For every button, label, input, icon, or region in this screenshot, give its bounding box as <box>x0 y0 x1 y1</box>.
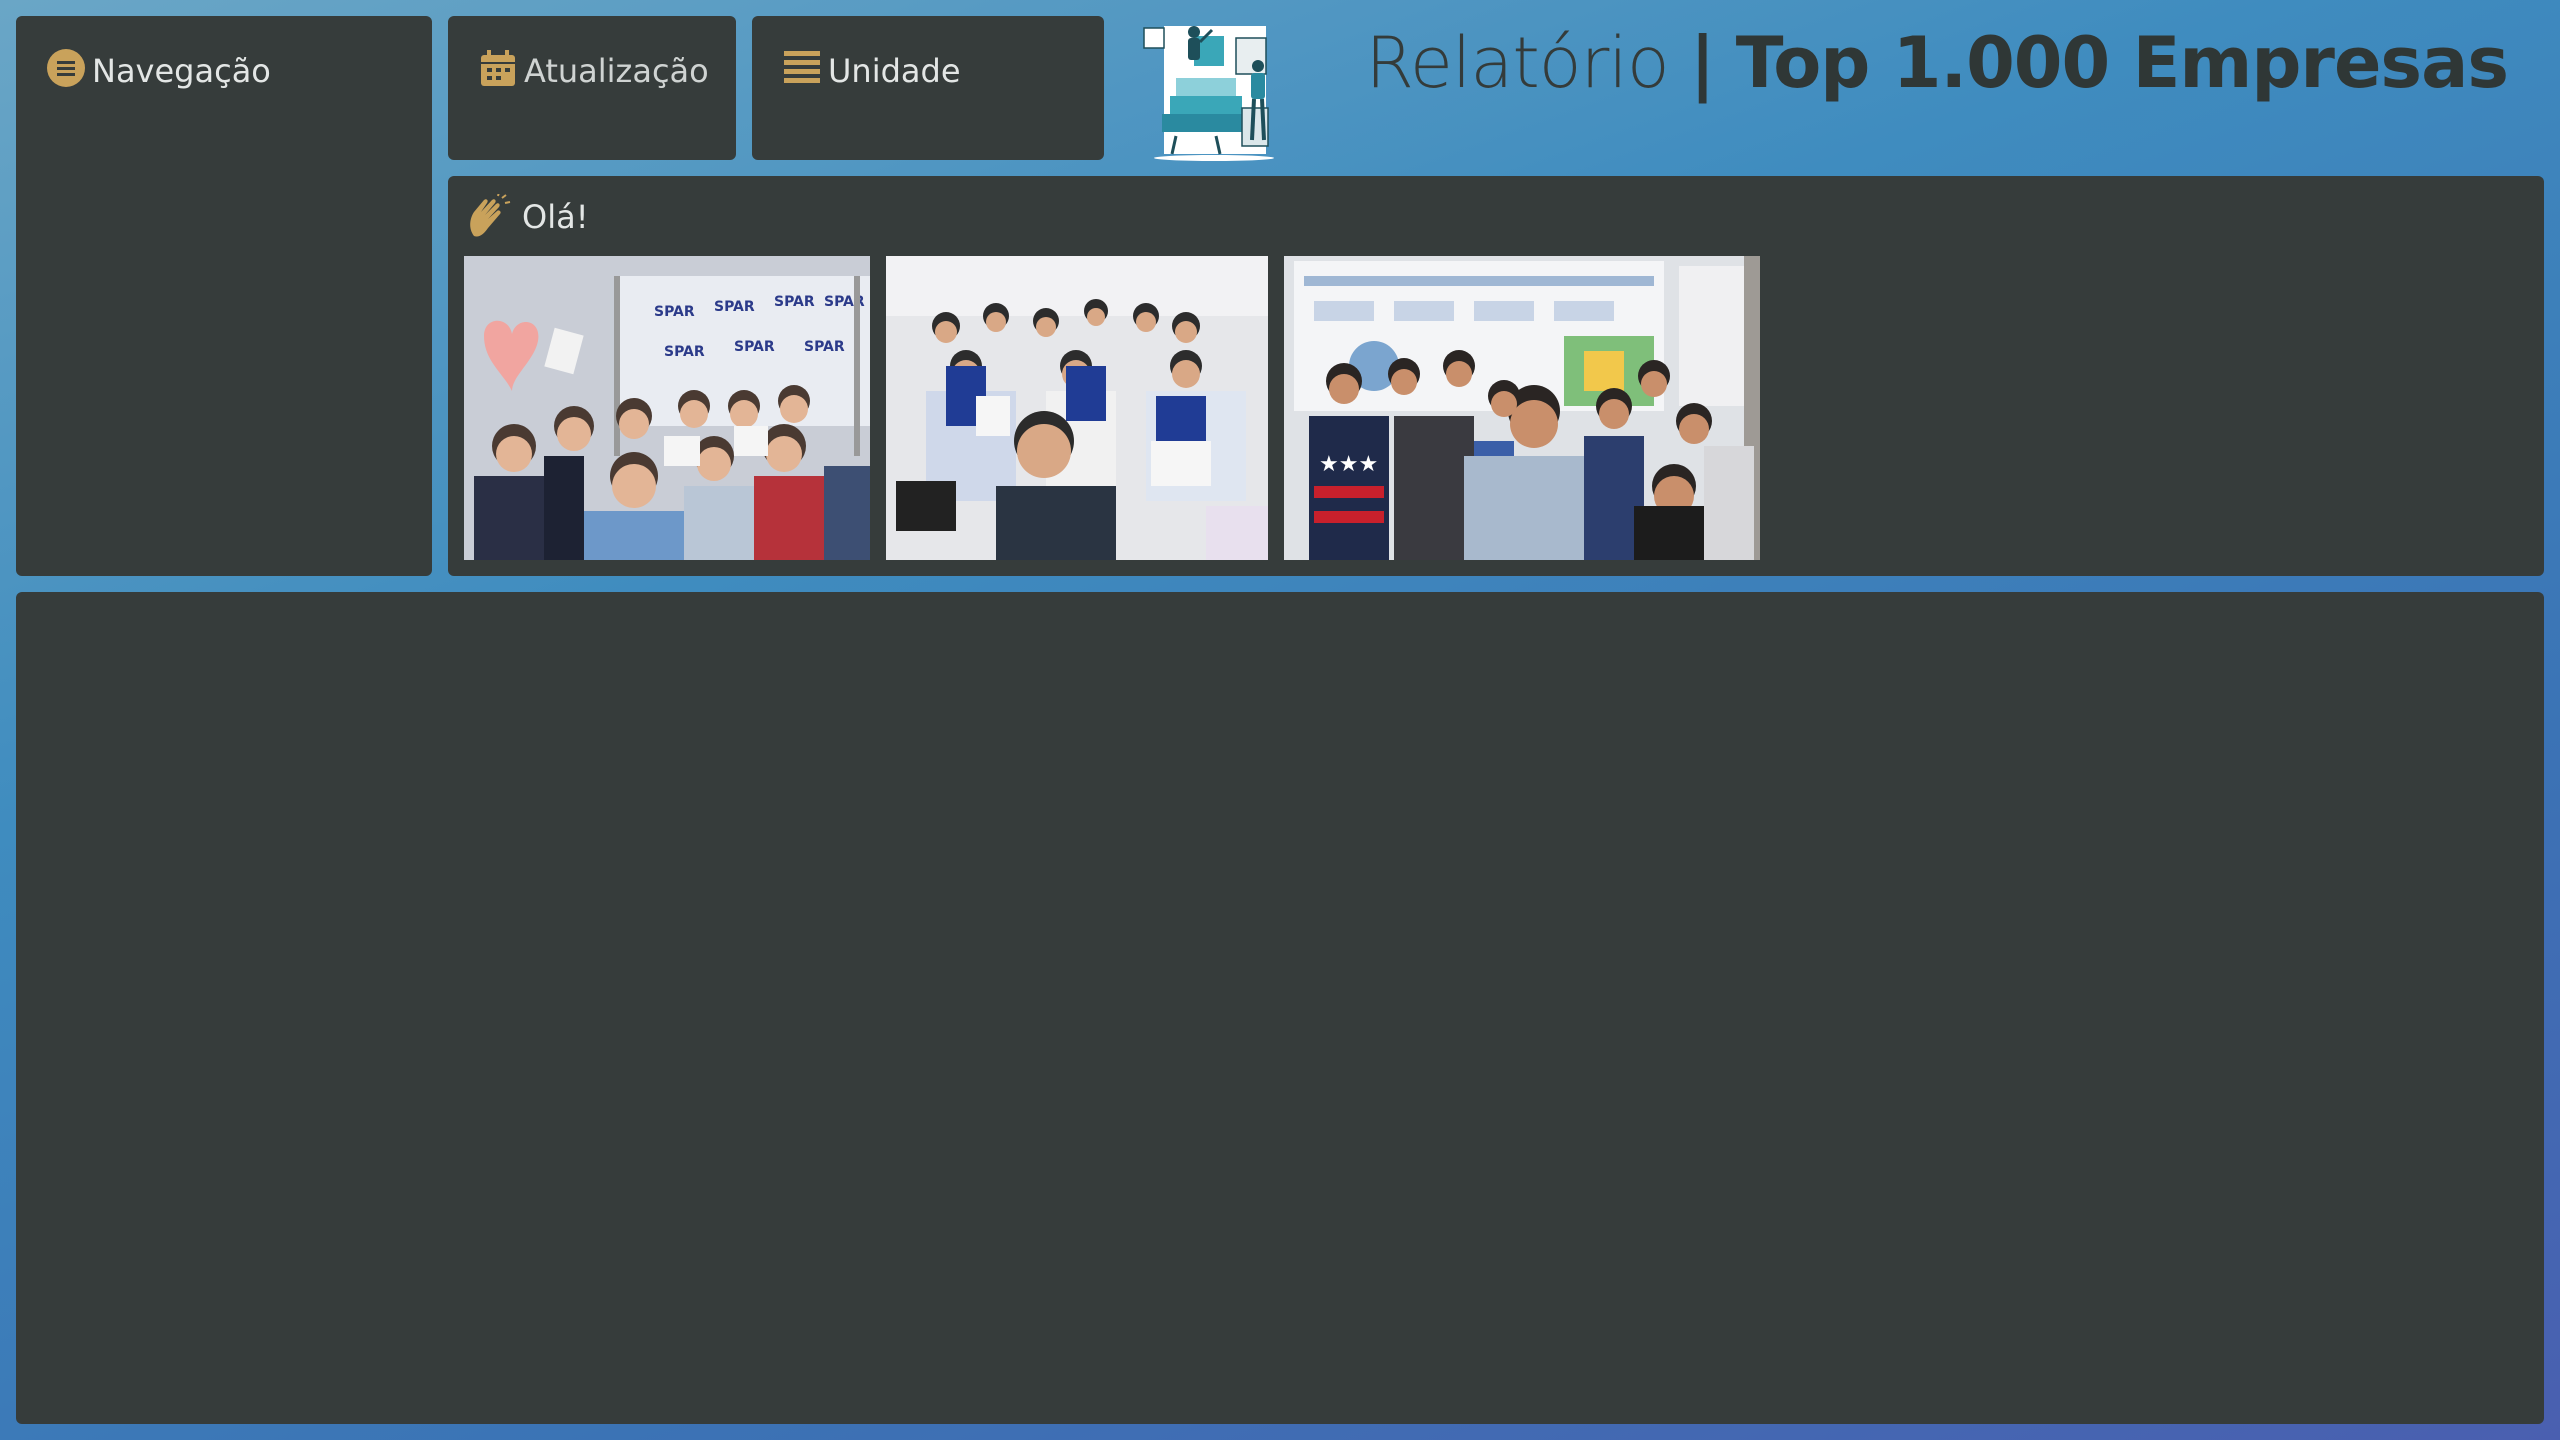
unit-button[interactable]: Unidade <box>752 16 1104 160</box>
title-top-companies: Top 1.000 Empresas <box>1735 22 2509 104</box>
unit-label: Unidade <box>828 52 961 90</box>
page-title: Relatório | Top 1.000 Empresas <box>1365 22 2509 104</box>
team-illustration-icon <box>1143 26 1274 161</box>
clapping-hands-icon <box>470 194 511 237</box>
group-photo-3: ★★★ <box>1284 256 1760 560</box>
svg-text:SPAR: SPAR <box>734 339 775 355</box>
svg-text:★★★: ★★★ <box>1319 452 1378 477</box>
group-photo-2 <box>886 256 1268 560</box>
svg-text:SPAR: SPAR <box>654 304 695 320</box>
svg-text:SPAR: SPAR <box>714 299 755 315</box>
navigation-label: Navegação <box>92 52 271 90</box>
title-separator: | <box>1689 22 1716 104</box>
welcome-panel: Olá! SPARSPARSPARSPAR SPARSPARSPAR <box>448 176 2544 576</box>
welcome-label: Olá! <box>522 198 589 236</box>
list-icon <box>784 51 820 83</box>
svg-text:SPAR: SPAR <box>804 339 845 355</box>
svg-text:SPAR: SPAR <box>774 294 815 310</box>
update-label: Atualização <box>524 52 709 90</box>
update-date-button[interactable]: Atualização <box>448 16 736 160</box>
navigation-panel[interactable]: Navegação <box>16 16 432 576</box>
content-panel <box>16 592 2544 1424</box>
group-photo-1: SPAR SPAR SPAR SPAR SPAR SPAR SPAR <box>464 256 870 560</box>
svg-text:SPAR: SPAR <box>664 344 705 360</box>
title-report: Relatório <box>1365 22 1669 104</box>
menu-circle-icon <box>47 49 85 87</box>
calendar-icon <box>481 50 515 86</box>
